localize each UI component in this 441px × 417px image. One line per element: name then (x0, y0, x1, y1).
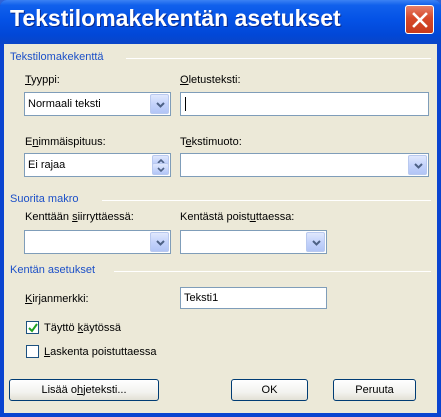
max-length-spinner[interactable]: Ei rajaa (24, 153, 171, 177)
bookmark-label: Kirjanmerkki: (25, 293, 89, 305)
chevron-down-icon (156, 240, 165, 246)
max-length-value: Ei rajaa (28, 159, 66, 171)
dialog-body: Tekstilomakekenttä Tyyppi: Normaali teks… (4, 44, 437, 413)
dialog-window: Tekstilomakekentän asetukset Tekstilomak… (0, 0, 441, 417)
calculate-on-exit-label[interactable]: Laskenta poistuttaessa (44, 346, 157, 358)
on-exit-dropdown[interactable] (180, 230, 327, 254)
on-entry-label: Kenttään siirryttäessä: (25, 211, 134, 223)
fill-in-enabled-label[interactable]: Täyttö käytössä (44, 322, 121, 334)
title-bar[interactable]: Tekstilomakekentän asetukset (0, 0, 441, 44)
type-dropdown[interactable]: Normaali teksti (24, 92, 171, 116)
bookmark-input[interactable]: Teksti1 (180, 287, 327, 309)
section-title-form-field: Tekstilomakekenttä (10, 51, 104, 63)
chevron-down-icon (312, 240, 321, 246)
add-help-text-button[interactable]: Lisää ohjeteksti... (9, 379, 159, 401)
text-format-label: Tekstimuoto: (180, 136, 242, 148)
chevron-down-icon (157, 167, 165, 172)
bookmark-value: Teksti1 (184, 292, 219, 304)
type-dropdown-button[interactable] (150, 94, 169, 114)
section-title-run-macro: Suorita makro (10, 193, 79, 205)
ok-button[interactable]: OK (231, 379, 308, 401)
max-length-label: Enimmäispituus: (25, 136, 106, 148)
checkmark-icon (28, 323, 38, 333)
type-label: Tyyppi: (25, 74, 60, 86)
on-entry-dropdown[interactable] (24, 230, 171, 254)
close-icon (412, 12, 428, 28)
chevron-down-icon (156, 102, 165, 108)
on-exit-dropdown-button[interactable] (306, 232, 325, 252)
fill-in-enabled-checkbox[interactable] (26, 321, 39, 334)
default-text-input[interactable] (180, 92, 429, 116)
close-button[interactable] (405, 5, 434, 34)
section-title-field-settings: Kentän asetukset (10, 264, 96, 276)
cancel-button[interactable]: Peruuta (333, 379, 416, 401)
type-value: Normaali teksti (28, 98, 101, 110)
calculate-on-exit-checkbox[interactable] (26, 345, 39, 358)
section-divider (102, 200, 431, 201)
on-exit-label: Kentästä poistuttaessa: (180, 211, 295, 223)
text-format-dropdown-button[interactable] (408, 155, 427, 175)
chevron-down-icon (414, 163, 423, 169)
on-entry-dropdown-button[interactable] (150, 232, 169, 252)
section-divider (126, 58, 431, 59)
section-divider (114, 271, 431, 272)
window-title: Tekstilomakekentän asetukset (10, 5, 341, 31)
text-format-dropdown[interactable] (180, 153, 429, 177)
default-text-label: Oletusteksti: (180, 74, 241, 86)
text-caret (185, 97, 186, 111)
spin-down-button[interactable] (152, 163, 169, 175)
